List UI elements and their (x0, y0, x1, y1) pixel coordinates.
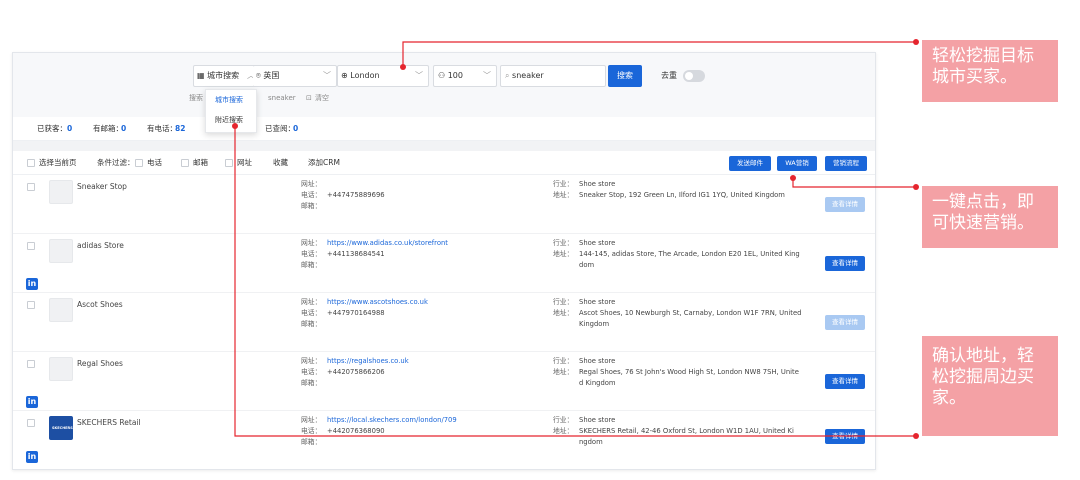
callout-line: 确认地址，轻 (932, 346, 1034, 366)
connector-dot (913, 39, 919, 45)
callout-line: 一键点击，即 (932, 192, 1034, 212)
callout-line: 城市买家。 (932, 67, 1017, 87)
callout-line: 可快速营销。 (932, 213, 1034, 233)
connector-dot (400, 64, 406, 70)
callout-line: 家。 (932, 388, 966, 408)
annotation-lines (232, 39, 919, 439)
connector-line-nearby (234, 126, 916, 437)
callout-line: 轻松挖掘目标 (932, 46, 1034, 66)
screenshot-stage: ▦ 城市搜索 ︿ ⌾ 英国 ﹀ ⊕ London ﹀ ⚇ 100 ﹀ ⌕ sne (0, 0, 1080, 480)
connector-dot (790, 175, 796, 181)
connector-line-marketing (792, 178, 916, 188)
connector-dot (913, 433, 919, 439)
callout-nearby-buyers: 确认地址，轻 松挖掘周边买 家。 (922, 336, 1058, 436)
connector-dot (232, 123, 238, 129)
callout-line: 松挖掘周边买 (932, 367, 1034, 387)
callout-city-buyers: 轻松挖掘目标 城市买家。 (922, 40, 1058, 102)
connector-line-city (402, 41, 916, 67)
callout-one-click-marketing: 一键点击，即 可快速营销。 (922, 186, 1058, 248)
connector-dot (913, 184, 919, 190)
